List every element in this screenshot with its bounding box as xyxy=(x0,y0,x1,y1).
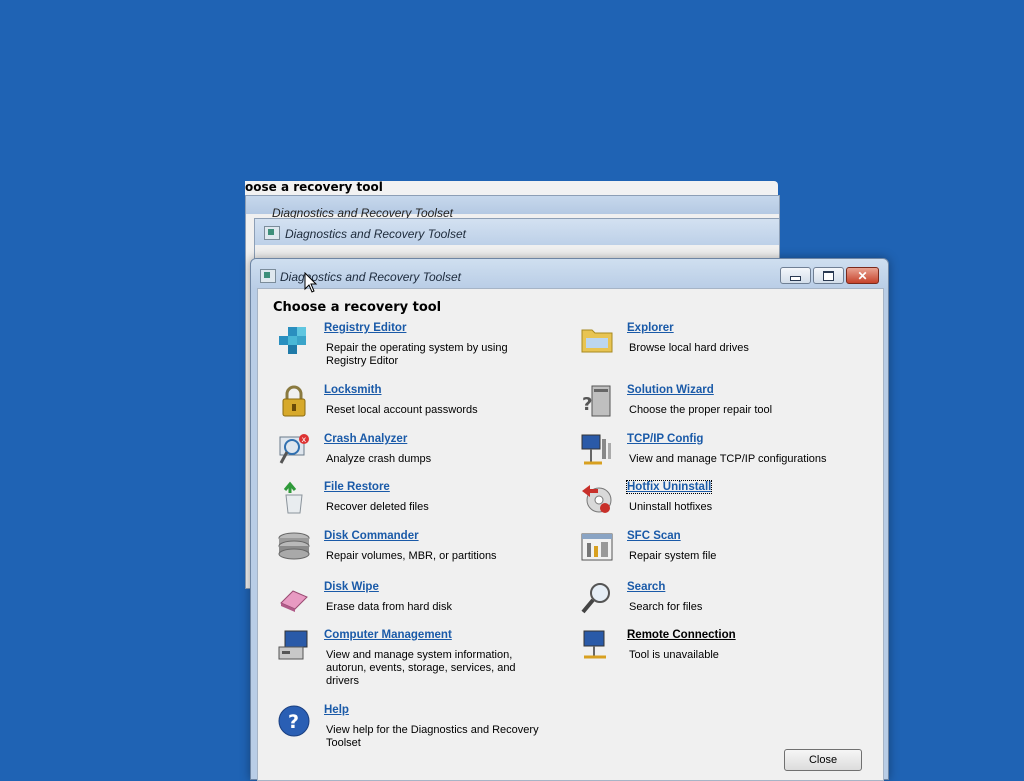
disk-commander-link[interactable]: Disk Commander xyxy=(324,530,419,542)
maximize-button[interactable] xyxy=(813,267,844,284)
computer-management-icon xyxy=(278,630,308,660)
explorer-link[interactable]: Explorer xyxy=(627,322,674,334)
tcpip-config-desc: View and manage TCP/IP configurations xyxy=(629,453,827,465)
crash-icon: x xyxy=(279,434,309,464)
hotfix-icon xyxy=(582,485,612,513)
help-link[interactable]: Help xyxy=(324,704,349,716)
crash-analyzer-desc: Analyze crash dumps xyxy=(326,453,432,465)
eraser-icon xyxy=(280,590,308,612)
remote-connection-label: Remote Connection xyxy=(627,629,736,641)
file-restore-desc: Recover deleted files xyxy=(326,501,429,513)
background-window-2-title: Diagnostics and Recovery Toolset xyxy=(285,227,466,241)
crash-analyzer-link[interactable]: Crash Analyzer xyxy=(324,433,407,445)
padlock-icon xyxy=(282,385,306,417)
disk-wipe-link[interactable]: Disk Wipe xyxy=(324,581,379,593)
svg-text:?: ? xyxy=(582,394,592,415)
solution-wizard-link[interactable]: Solution Wizard xyxy=(627,384,714,396)
hotfix-uninstall-desc: Uninstall hotfixes xyxy=(629,501,713,513)
locksmith-desc: Reset local account passwords xyxy=(326,404,478,416)
maximize-icon xyxy=(823,270,834,281)
app-icon xyxy=(260,269,276,283)
hotfix-uninstall-link[interactable]: Hotfix Uninstall xyxy=(625,480,713,494)
mouse-cursor-icon xyxy=(304,272,318,293)
recycle-icon xyxy=(283,481,303,514)
sfc-scan-link[interactable]: SFC Scan xyxy=(627,530,681,542)
main-window: Diagnostics and Recovery Toolset ✕ Choos… xyxy=(250,258,889,781)
app-icon xyxy=(264,226,280,240)
search-desc: Search for files xyxy=(629,601,703,613)
svg-text:x: x xyxy=(302,435,307,444)
page-title: Choose a recovery tool xyxy=(273,300,442,315)
solution-wizard-desc: Choose the proper repair tool xyxy=(629,404,773,416)
tool-list-panel: Choose a recovery tool Registry Editor R… xyxy=(257,288,884,781)
disk-wipe-desc: Erase data from hard disk xyxy=(326,601,452,613)
help-desc: View help for the Diagnostics and Recove… xyxy=(326,724,539,749)
background-window-heading: oose a recovery tool xyxy=(245,180,383,194)
minimize-icon xyxy=(790,276,801,281)
sfc-icon xyxy=(581,533,613,561)
window-close-button[interactable]: ✕ xyxy=(846,267,879,284)
wizard-icon: ? xyxy=(582,385,611,417)
locksmith-link[interactable]: Locksmith xyxy=(324,384,382,396)
search-link[interactable]: Search xyxy=(627,581,665,593)
background-window-strip: oose a recovery tool xyxy=(245,180,778,195)
computer-management-link[interactable]: Computer Management xyxy=(324,629,452,641)
explorer-desc: Browse local hard drives xyxy=(629,342,749,354)
file-restore-link[interactable]: File Restore xyxy=(324,481,390,493)
help-icon: ? xyxy=(278,705,310,737)
registry-icon xyxy=(279,327,306,354)
close-icon: ✕ xyxy=(857,268,868,283)
computer-management-desc: View and manage system information, auto… xyxy=(326,649,516,687)
svg-text:?: ? xyxy=(288,711,299,733)
disk-commander-desc: Repair volumes, MBR, or partitions xyxy=(326,550,497,562)
background-window-1-title: Diagnostics and Recovery Toolset xyxy=(272,206,453,220)
network-config-icon xyxy=(581,434,611,465)
magnifier-icon xyxy=(581,583,610,614)
registry-editor-desc: Repair the operating system by using Reg… xyxy=(326,342,508,367)
disk-stack-icon xyxy=(278,532,310,560)
minimize-button[interactable] xyxy=(780,267,811,284)
remote-connection-desc: Tool is unavailable xyxy=(629,649,719,661)
sfc-scan-desc: Repair system file xyxy=(629,550,717,562)
registry-editor-link[interactable]: Registry Editor xyxy=(324,322,406,334)
remote-icon xyxy=(583,630,606,659)
title-bar[interactable]: Diagnostics and Recovery Toolset ✕ xyxy=(251,259,888,289)
folder-icon xyxy=(581,329,613,353)
tcpip-config-link[interactable]: TCP/IP Config xyxy=(627,433,703,445)
